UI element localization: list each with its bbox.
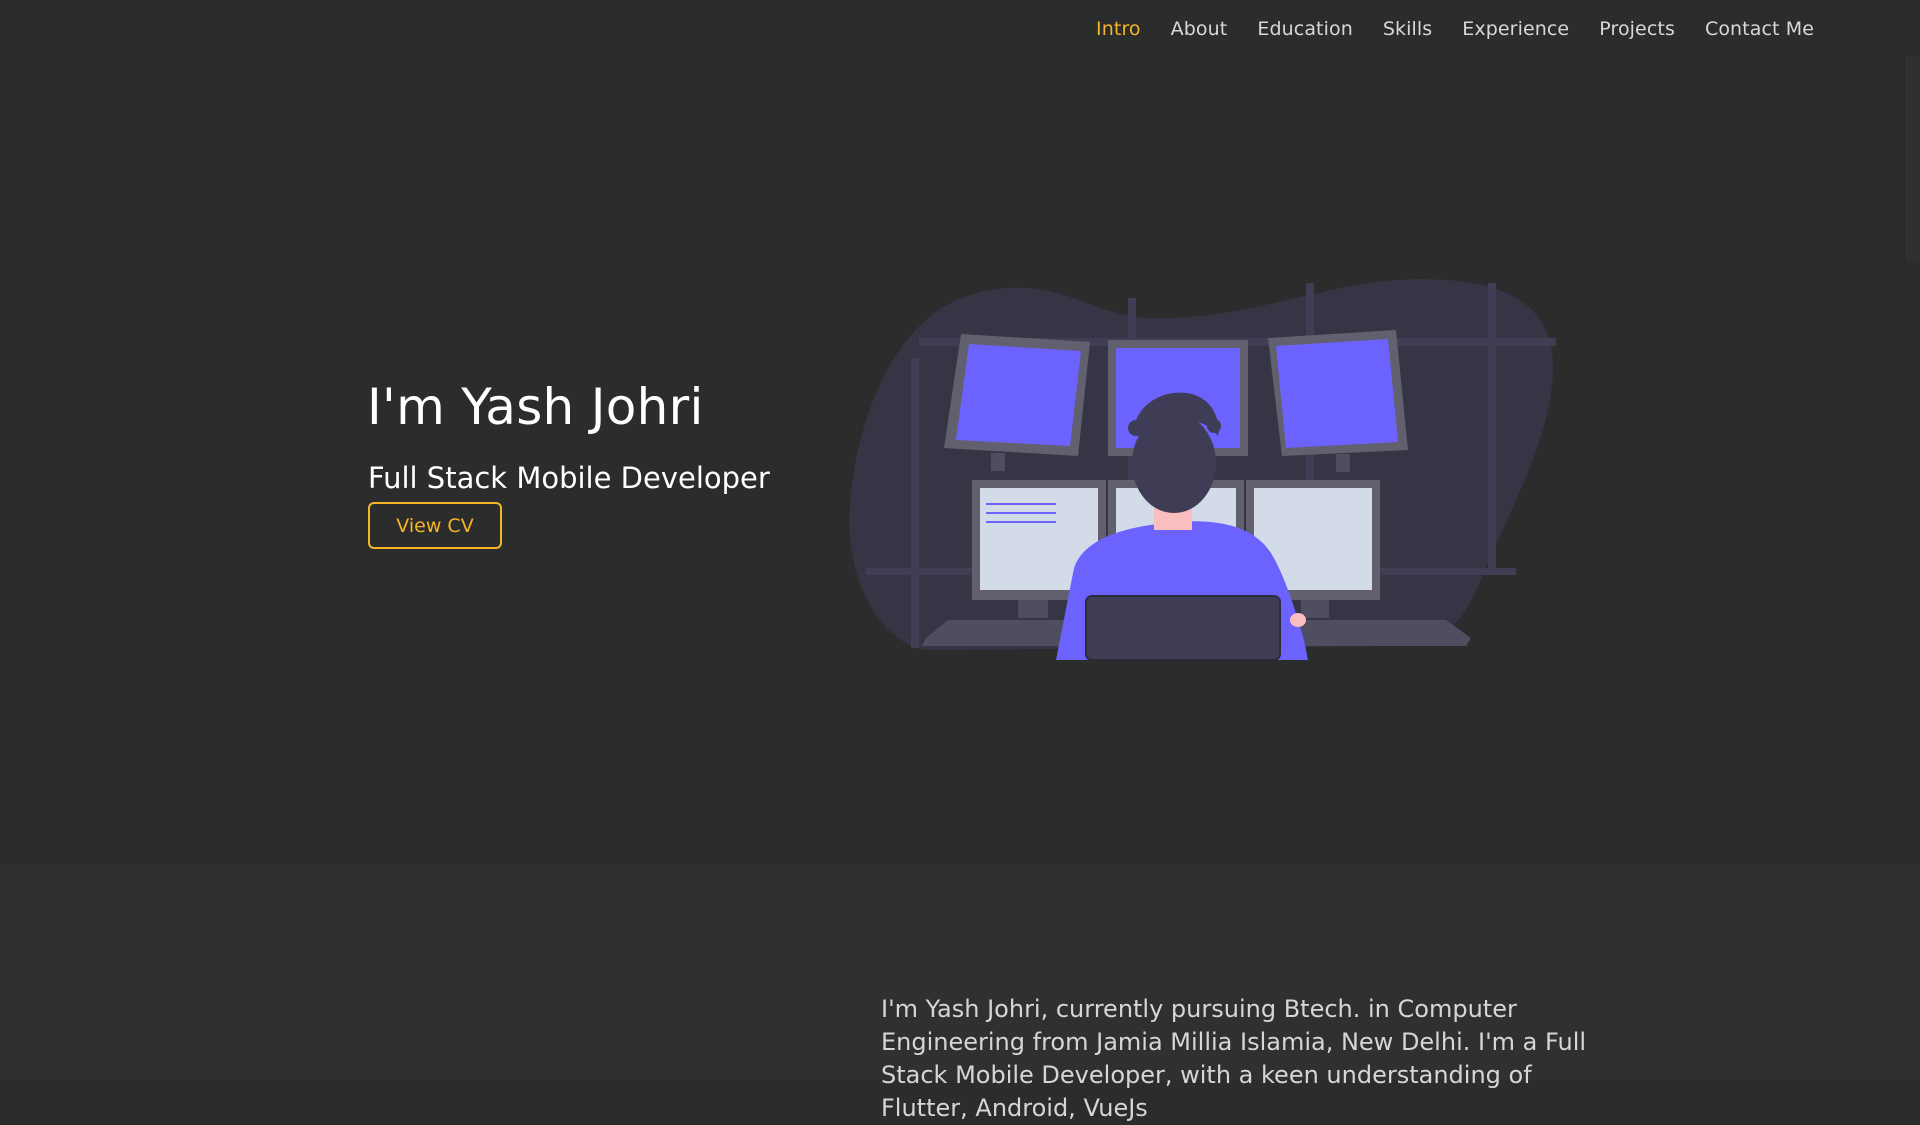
hero-subtitle: Full Stack Mobile Developer	[368, 461, 770, 495]
nav-item-skills[interactable]: Skills	[1368, 18, 1447, 40]
page-scrollbar[interactable]	[1904, 56, 1920, 262]
nav-item-intro[interactable]: Intro	[1081, 18, 1156, 40]
view-cv-button[interactable]: View CV	[368, 502, 502, 549]
nav-item-education[interactable]: Education	[1242, 18, 1368, 40]
about-text: I'm Yash Johri, currently pursuing Btech…	[881, 995, 1587, 1122]
nav-list: Intro About Education Skills Experience …	[1081, 18, 1829, 40]
hero-title: I'm Yash Johri	[367, 378, 704, 436]
nav-item-about[interactable]: About	[1156, 18, 1243, 40]
top-navigation: Intro About Education Skills Experience …	[0, 0, 1920, 58]
nav-item-contact[interactable]: Contact Me	[1690, 18, 1829, 40]
developer-illustration	[846, 268, 1559, 661]
about-section: I'm Yash Johri, currently pursuing Btech…	[0, 865, 1920, 1122]
nav-item-projects[interactable]: Projects	[1584, 18, 1690, 40]
hero-section: I'm Yash Johri Full Stack Mobile Develop…	[0, 0, 1920, 865]
nav-item-experience[interactable]: Experience	[1447, 18, 1584, 40]
